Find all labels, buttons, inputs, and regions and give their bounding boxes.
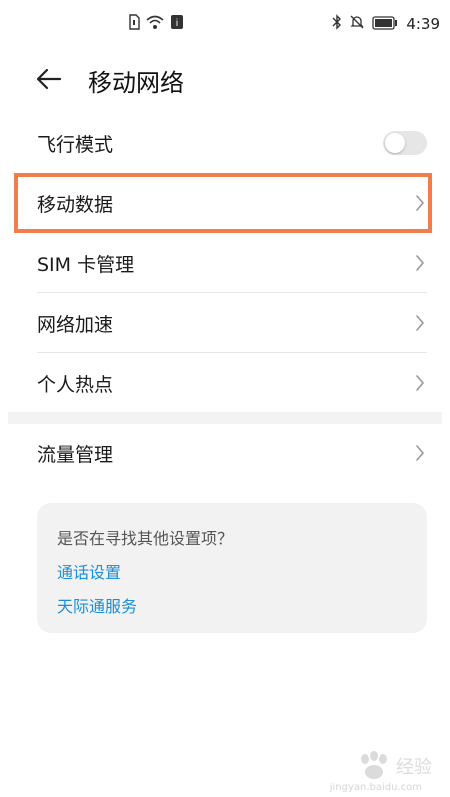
chevron-right-icon	[413, 373, 427, 393]
settings-row-hotspot[interactable]: 个人热点	[37, 353, 427, 413]
status-left-icons: i	[128, 14, 184, 34]
suggestions-card: 是否在寻找其他设置项？ 通话设置 天际通服务	[37, 503, 427, 633]
suggestions-title: 是否在寻找其他设置项？	[57, 529, 234, 548]
chevron-right-icon	[413, 313, 427, 333]
watermark-url: jingyan.baidu.com	[329, 782, 422, 793]
row-label: 流量管理	[37, 443, 114, 466]
baidu-paw-icon	[361, 751, 387, 779]
row-label: 网络加速	[37, 313, 114, 336]
hd-icon: i	[170, 14, 184, 34]
airplane-mode-toggle[interactable]	[383, 131, 427, 155]
battery-icon	[372, 15, 398, 34]
bluetooth-icon	[332, 14, 342, 34]
settings-row-data-usage[interactable]: 流量管理	[37, 423, 427, 483]
call-settings-link[interactable]: 通话设置	[57, 559, 121, 583]
title-bar: 移动网络	[0, 56, 450, 102]
mute-icon	[350, 14, 364, 34]
settings-row-network-acceleration[interactable]: 网络加速	[37, 293, 427, 353]
skytone-service-link[interactable]: 天际通服务	[57, 593, 137, 617]
arrow-left-icon	[36, 68, 62, 90]
wifi-icon	[146, 14, 164, 34]
hd-icon-glyph: i	[176, 18, 178, 29]
sim-icon	[128, 14, 140, 34]
highlight-box	[14, 173, 432, 233]
settings-row-airplane-mode[interactable]: 飞行模式	[37, 113, 427, 173]
status-bar: i 4:39	[0, 0, 450, 46]
watermark: 经验	[356, 751, 432, 781]
back-button[interactable]	[34, 64, 64, 94]
toggle-knob	[385, 133, 405, 153]
chevron-right-icon	[413, 253, 427, 273]
chevron-right-icon	[413, 443, 427, 463]
watermark-text: 经验	[396, 757, 432, 778]
row-label: 个人热点	[37, 373, 114, 396]
row-label: 飞行模式	[37, 133, 114, 156]
page-title: 移动网络	[88, 69, 184, 97]
row-label: SIM 卡管理	[37, 253, 135, 276]
settings-row-sim-management[interactable]: SIM 卡管理	[37, 233, 427, 293]
status-time: 4:39	[406, 15, 440, 33]
status-right-icons: 4:39	[332, 14, 440, 34]
